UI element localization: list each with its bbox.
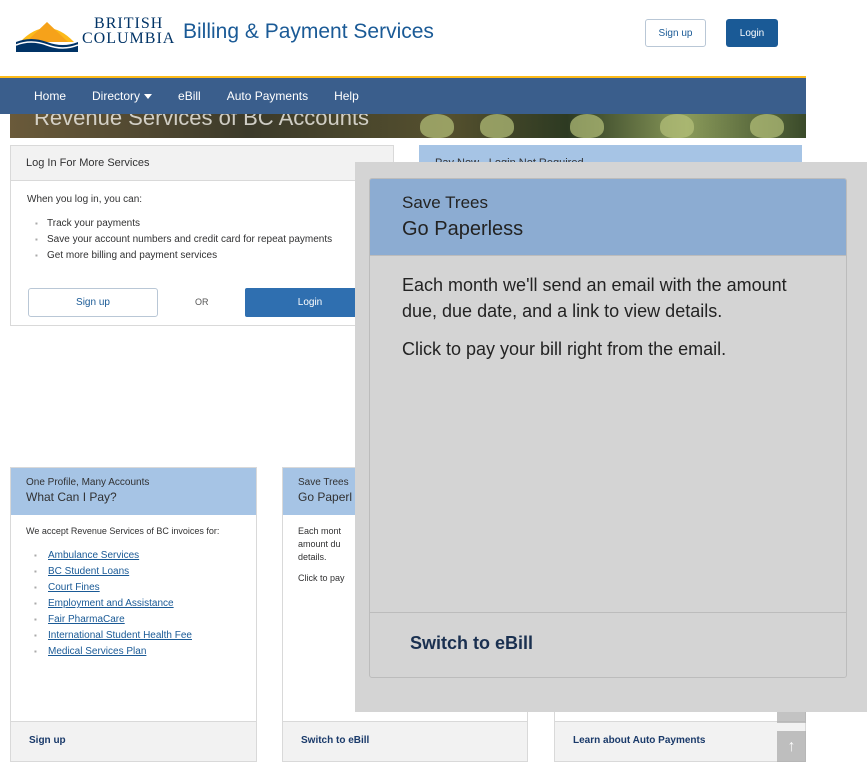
nav-ebill[interactable]: eBill bbox=[178, 89, 201, 103]
service-link[interactable]: Ambulance Services bbox=[48, 550, 139, 561]
signup-button[interactable]: Sign up bbox=[28, 288, 158, 317]
card-subtitle: Save Trees bbox=[298, 477, 349, 488]
popup-body: Each month we'll send an email with the … bbox=[370, 256, 846, 390]
card-subtitle: One Profile, Many Accounts bbox=[26, 477, 150, 488]
service-link[interactable]: Fair PharmaCare bbox=[48, 614, 125, 625]
service-link[interactable]: Court Fines bbox=[48, 582, 100, 593]
go-paperless-popup: Save Trees Go Paperless Each month we'll… bbox=[369, 178, 847, 678]
scroll-to-top-icon[interactable]: ↑ bbox=[777, 731, 806, 762]
main-nav: Home Directory eBill Auto Payments Help bbox=[0, 76, 806, 114]
card-body: We accept Revenue Services of BC invoice… bbox=[11, 515, 256, 670]
header-login-button[interactable]: Login bbox=[726, 19, 778, 47]
list-item: Ambulance Services bbox=[48, 548, 241, 564]
list-item: Court Fines bbox=[48, 580, 241, 596]
site-header: BRITISH COLUMBIA Billing & Payment Servi… bbox=[0, 0, 806, 76]
list-item: Save your account numbers and credit car… bbox=[47, 232, 377, 248]
logo-line-2: COLUMBIA bbox=[82, 30, 176, 47]
leaf-decoration bbox=[480, 114, 514, 138]
popup-header: Save Trees Go Paperless bbox=[370, 179, 846, 256]
list-item: Employment and Assistance bbox=[48, 596, 241, 612]
caret-down-icon bbox=[144, 94, 153, 100]
nav-help[interactable]: Help bbox=[334, 89, 359, 103]
list-item: Fair PharmaCare bbox=[48, 612, 241, 628]
list-item: Track your payments bbox=[47, 216, 377, 232]
login-card-intro: When you log in, you can: bbox=[27, 194, 143, 205]
leaf-decoration bbox=[570, 114, 604, 138]
list-item: Medical Services Plan bbox=[48, 644, 241, 660]
or-separator: OR bbox=[195, 297, 209, 307]
card-title: What Can I Pay? bbox=[26, 490, 117, 504]
learn-auto-payments-link[interactable]: Learn about Auto Payments bbox=[555, 721, 805, 761]
list-item: Get more billing and payment services bbox=[47, 248, 377, 264]
service-link[interactable]: Medical Services Plan bbox=[48, 646, 146, 657]
what-can-i-pay-card: One Profile, Many Accounts What Can I Pa… bbox=[10, 467, 257, 762]
nav-home[interactable]: Home bbox=[34, 89, 66, 103]
header-signup-button[interactable]: Sign up bbox=[645, 19, 706, 47]
signup-card-link[interactable]: Sign up bbox=[11, 721, 256, 761]
leaf-decoration bbox=[750, 114, 784, 138]
banner-title: Revenue Services of BC Accounts bbox=[34, 114, 370, 130]
list-item: International Student Health Fee bbox=[48, 628, 241, 644]
nav-directory-label: Directory bbox=[92, 89, 141, 103]
nav-directory[interactable]: Directory bbox=[92, 89, 153, 103]
service-link[interactable]: BC Student Loans bbox=[48, 566, 129, 577]
site-title[interactable]: Billing & Payment Services bbox=[183, 20, 434, 44]
login-card: Log In For More Services When you log in… bbox=[10, 145, 394, 326]
bc-logo-icon[interactable] bbox=[16, 12, 78, 52]
card-header: One Profile, Many Accounts What Can I Pa… bbox=[11, 468, 256, 515]
leaf-decoration bbox=[420, 114, 454, 138]
card-body-text: We accept Revenue Services of BC invoice… bbox=[26, 526, 220, 536]
popup-title: Go Paperless bbox=[402, 218, 524, 240]
logo-line-1: BRITISH bbox=[94, 15, 164, 32]
popup-paragraph: Click to pay your bill right from the em… bbox=[402, 339, 727, 359]
payable-services-list: Ambulance Services BC Student Loans Cour… bbox=[48, 548, 241, 660]
service-link[interactable]: International Student Health Fee bbox=[48, 630, 192, 641]
list-item: BC Student Loans bbox=[48, 564, 241, 580]
login-card-title: Log In For More Services bbox=[11, 146, 393, 181]
switch-to-ebill-card-link[interactable]: Switch to eBill bbox=[283, 721, 527, 761]
login-benefits-list: Track your payments Save your account nu… bbox=[47, 216, 377, 264]
switch-to-ebill-button[interactable]: Switch to eBill bbox=[370, 612, 846, 677]
service-link[interactable]: Employment and Assistance bbox=[48, 598, 174, 609]
popup-subtitle: Save Trees bbox=[402, 193, 488, 212]
hero-banner: Revenue Services of BC Accounts bbox=[10, 114, 806, 138]
nav-auto-payments[interactable]: Auto Payments bbox=[227, 89, 308, 103]
bc-logo-text: BRITISH COLUMBIA bbox=[82, 15, 176, 47]
popup-paragraph: Each month we'll send an email with the … bbox=[402, 275, 787, 321]
leaf-decoration bbox=[660, 114, 694, 138]
